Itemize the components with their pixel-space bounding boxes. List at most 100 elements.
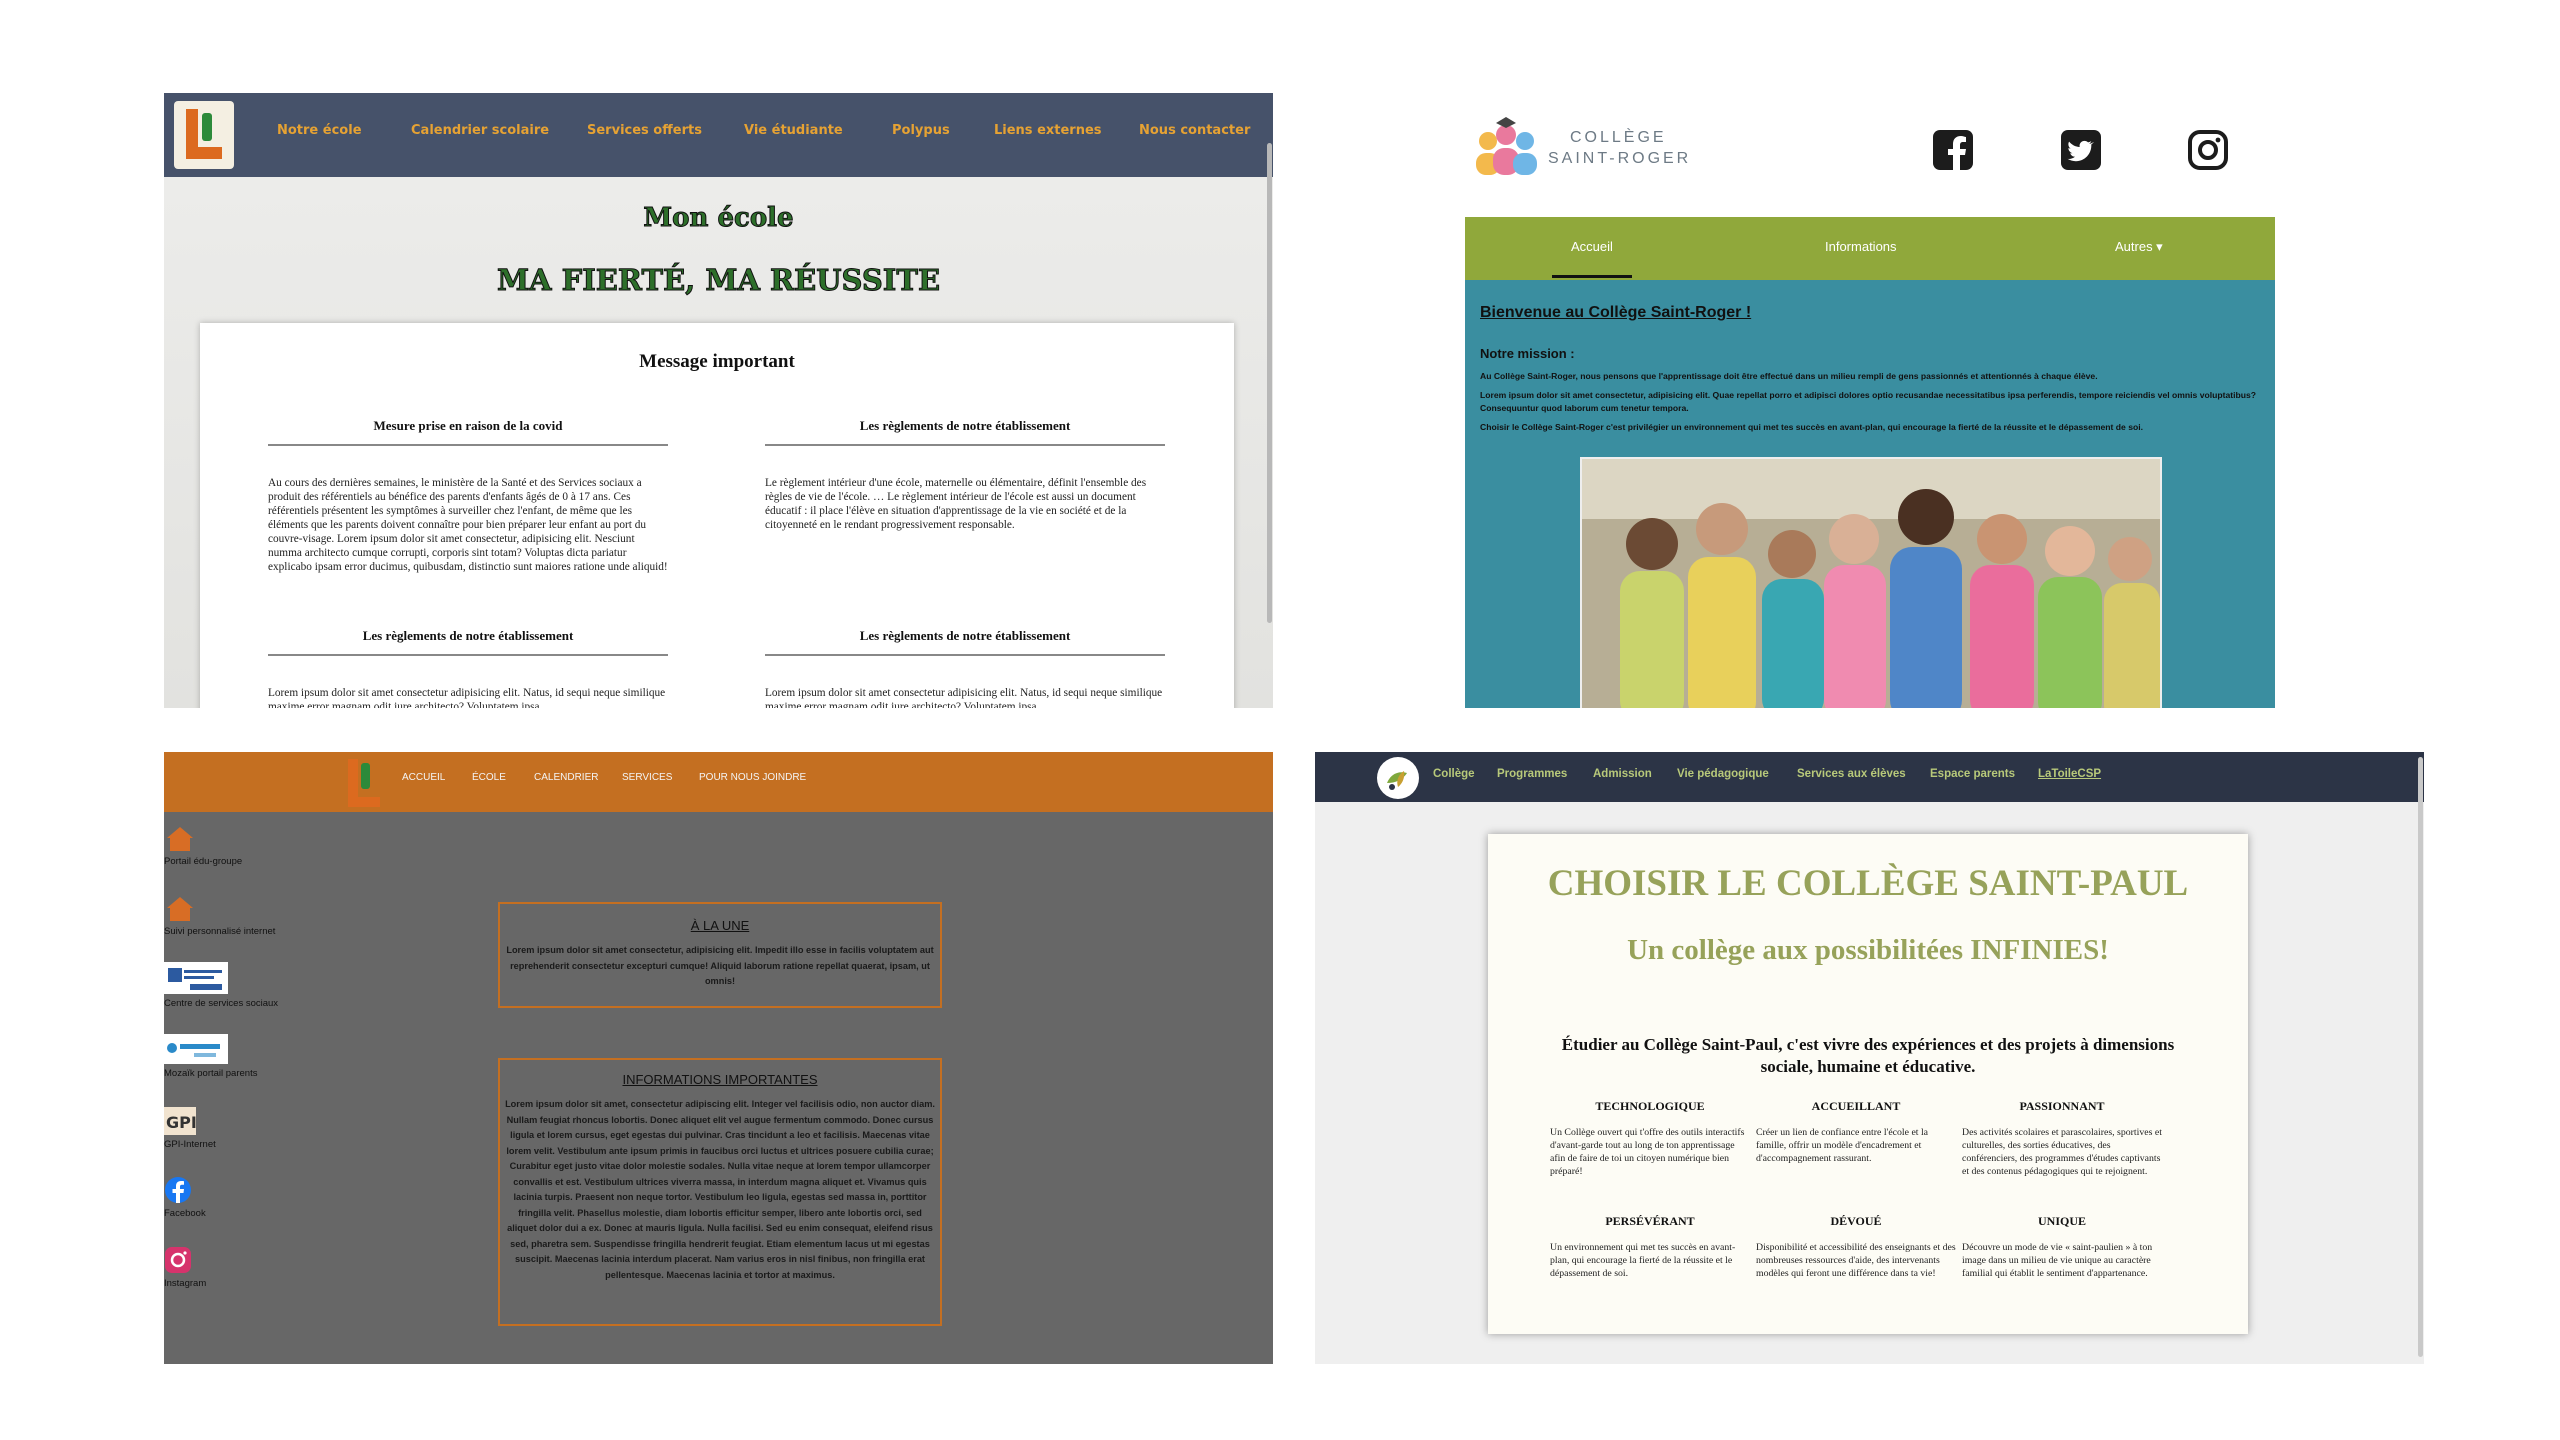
nav-polypus[interactable]: Polypus <box>892 123 950 138</box>
nav-admission[interactable]: Admission <box>1593 768 1652 780</box>
value-text: Disponibilité et accessibilité des ensei… <box>1756 1242 1956 1279</box>
link-label: Suivi personnalisé internet <box>164 926 276 937</box>
leaf-logo-icon <box>1387 771 1407 790</box>
instagram-icon <box>165 1247 191 1273</box>
link-facebook[interactable]: Facebook <box>164 1176 206 1219</box>
value-title: DÉVOUÉ <box>1830 1214 1882 1228</box>
nav-programmes[interactable]: Programmes <box>1497 768 1567 780</box>
nav-pour-nous-joindre[interactable]: POUR NOUS JOINDRE <box>699 772 806 783</box>
top-nav: Accueil Informations Autres ▾ <box>1465 217 2275 280</box>
article-text: Au cours des dernières semaines, le mini… <box>268 477 668 573</box>
value-unique: UNIQUE Découvre un mode de vie « saint-p… <box>1962 1214 2162 1280</box>
news-box: À LA UNE Lorem ipsum dolor sit amet cons… <box>498 902 942 1008</box>
value-title: TECHNOLOGIQUE <box>1595 1099 1705 1113</box>
mission-paragraph-2: Lorem ipsum dolor sit amet consectetur, … <box>1480 390 2257 413</box>
top-nav: ACCUEIL ÉCOLE CALENDRIER SERVICES POUR N… <box>164 752 1273 812</box>
screenshot-mon-ecole: Notre école Calendrier scolaire Services… <box>164 93 1273 708</box>
link-instagram[interactable]: Instagram <box>164 1246 206 1289</box>
article-covid: Mesure prise en raison de la covid Au co… <box>268 418 668 574</box>
article-title: Les règlements de notre établissement <box>765 628 1165 656</box>
link-centre-services-sociaux[interactable]: Centre de services sociaux <box>164 962 278 1009</box>
page-title: CHOISIR LE COLLÈGE SAINT-PAUL <box>1547 863 2189 904</box>
scrollbar[interactable] <box>2418 757 2423 1357</box>
students-photo <box>1580 457 2162 708</box>
page-title: Mon école <box>643 203 794 234</box>
link-label: Centre de services sociaux <box>164 998 279 1009</box>
page-subtitle: Un collège aux possibilitées INFINIES! <box>1627 934 2109 966</box>
article-title: Mesure prise en raison de la covid <box>268 418 668 446</box>
nav-latoilecsp[interactable]: LaToileCSP <box>2038 768 2101 780</box>
article-text: Lorem ipsum dolor sit amet consectetur a… <box>268 687 666 708</box>
link-label: Portail édu-groupe <box>164 856 243 867</box>
value-text: Des activités scolaires et parascolaires… <box>1962 1127 2162 1177</box>
link-mozaik-portail[interactable]: Mozaïk portail parents <box>164 1034 257 1079</box>
school-logo[interactable] <box>174 101 234 169</box>
twitter-icon[interactable] <box>2060 129 2102 171</box>
nav-services-eleves[interactable]: Services aux élèves <box>1797 768 1906 780</box>
link-portail-edu-groupe[interactable]: Portail édu-groupe <box>164 824 242 867</box>
screenshot-college-saint-roger: COLLÈGE SAINT-ROGER Accueil Informations… <box>1315 93 2425 708</box>
instagram-icon[interactable] <box>2187 129 2229 171</box>
mission-paragraph-3: Choisir le Collège Saint-Roger c'est pri… <box>1480 422 2144 432</box>
link-label: GPI-Internet <box>164 1139 216 1150</box>
slogan: MA FIERTÉ, MA RÉUSSITE <box>496 263 941 298</box>
nav-espace-parents[interactable]: Espace parents <box>1930 768 2015 780</box>
value-title: ACCUEILLANT <box>1811 1099 1901 1113</box>
link-label: Instagram <box>164 1278 207 1289</box>
link-gpi-internet[interactable]: GPI GPI-Internet <box>164 1107 216 1150</box>
value-passionnant: PASSIONNANT Des activités scolaires et p… <box>1962 1099 2162 1178</box>
nav-ecole[interactable]: ÉCOLE <box>472 772 506 783</box>
welcome-heading: Bienvenue au Collège Saint-Roger ! <box>1480 304 1752 321</box>
important-info-text: Lorem ipsum dolor sit amet, consectetur … <box>505 1099 935 1280</box>
active-tab-indicator <box>1552 275 1632 278</box>
important-info-title: INFORMATIONS IMPORTANTES <box>622 1072 818 1087</box>
card-title: Message important <box>639 351 795 372</box>
news-text: Lorem ipsum dolor sit amet consectetur, … <box>506 945 934 986</box>
nav-college[interactable]: Collège <box>1433 768 1475 780</box>
mozaik-logo-icon <box>164 1034 228 1064</box>
facebook-icon[interactable] <box>1932 129 1974 171</box>
message-card: Message important Mesure prise en raison… <box>200 323 1234 708</box>
article-text: Le règlement intérieur d'une école, mate… <box>765 477 1147 531</box>
nav-accueil[interactable]: ACCUEIL <box>402 772 445 783</box>
screenshot-college-saint-paul: Collège Programmes Admission Vie pédagog… <box>1315 752 2424 1364</box>
tab-accueil[interactable]: Accueil <box>1571 239 1613 254</box>
mission-paragraph-1: Au Collège Saint-Roger, nous pensons que… <box>1480 371 2098 381</box>
nav-nous-contacter[interactable]: Nous contacter <box>1139 123 1250 138</box>
link-label: Facebook <box>164 1208 206 1219</box>
nav-calendrier[interactable]: Calendrier scolaire <box>411 123 549 138</box>
college-logo[interactable] <box>1377 757 1419 799</box>
facebook-icon <box>165 1177 191 1203</box>
brand-line-2: SAINT-ROGER <box>1548 150 1692 167</box>
scrollbar[interactable] <box>1267 143 1272 623</box>
school-logo[interactable] <box>342 755 386 811</box>
top-nav: Notre école Calendrier scolaire Services… <box>164 93 1273 177</box>
brand-line-1: COLLÈGE <box>1570 129 1667 146</box>
main-content: Bienvenue au Collège Saint-Roger ! Notre… <box>1465 280 2275 708</box>
nav-calendrier[interactable]: CALENDRIER <box>534 772 598 783</box>
link-suivi-personnalise[interactable]: Suivi personnalisé internet <box>164 894 275 937</box>
top-nav: Collège Programmes Admission Vie pédagog… <box>1315 752 2424 802</box>
nav-liens-externes[interactable]: Liens externes <box>994 123 1102 138</box>
value-title: PERSÉVÉRANT <box>1605 1214 1695 1228</box>
link-label: Mozaïk portail parents <box>164 1068 258 1079</box>
value-text: Découvre un mode de vie « saint-paulien … <box>1962 1242 2153 1279</box>
value-title: PASSIONNANT <box>2019 1099 2105 1113</box>
tab-autres-dropdown[interactable]: Autres ▾ <box>2115 239 2163 255</box>
nav-vie-etudiante[interactable]: Vie étudiante <box>744 123 843 138</box>
content-panel: CHOISIR LE COLLÈGE SAINT-PAUL Un collège… <box>1488 834 2248 1334</box>
value-text: Créer un lien de confiance entre l'école… <box>1756 1127 1929 1164</box>
article-reglements-3: Les règlements de notre établissement Lo… <box>765 628 1165 708</box>
nav-services[interactable]: SERVICES <box>622 772 672 783</box>
article-title: Les règlements de notre établissement <box>268 628 668 656</box>
nav-vie-pedagogique[interactable]: Vie pédagogique <box>1677 768 1769 780</box>
college-logo-icon[interactable] <box>1470 115 1542 185</box>
nav-notre-ecole[interactable]: Notre école <box>277 123 362 138</box>
house-icon <box>167 897 193 921</box>
article-text: Lorem ipsum dolor sit amet consectetur a… <box>765 687 1163 708</box>
tab-informations[interactable]: Informations <box>1825 239 1897 254</box>
value-title: UNIQUE <box>2037 1214 2086 1228</box>
house-icon <box>167 827 193 851</box>
nav-services[interactable]: Services offerts <box>587 123 702 138</box>
article-reglements-2: Les règlements de notre établissement Lo… <box>268 628 668 708</box>
